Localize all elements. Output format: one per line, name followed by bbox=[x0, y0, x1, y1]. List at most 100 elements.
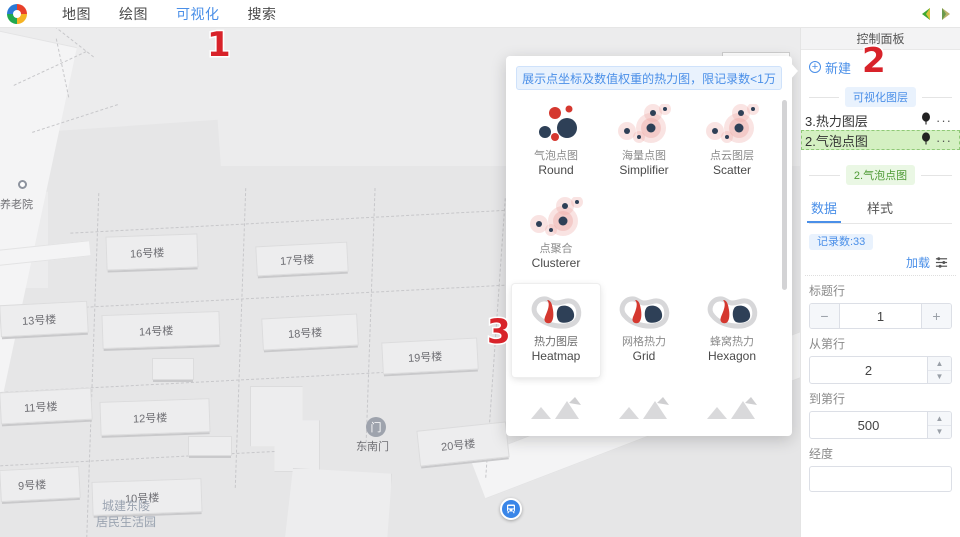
layer-type-round[interactable]: 气泡点图 Round bbox=[512, 98, 600, 191]
mass-dot-icon bbox=[613, 103, 675, 146]
end-row-spinner[interactable]: ▲ ▼ bbox=[927, 412, 951, 438]
start-row-spinner[interactable]: ▲ ▼ bbox=[927, 357, 951, 383]
control-panel: 控制面板 + 新建 可视化图层 3.热力图层 ··· 2.气泡点图 ··· 2.气泡点… bbox=[800, 28, 960, 537]
terrain-icon bbox=[613, 383, 675, 425]
new-layer-label: 新建 bbox=[825, 60, 852, 76]
divider-line bbox=[921, 174, 952, 176]
start-row-down-icon[interactable]: ▼ bbox=[928, 371, 951, 384]
record-count-row: 记录数:33 bbox=[801, 224, 960, 252]
layer-type-grid: 气泡点图 Round 海量点图 Simplifier 点云图层 Scatter … bbox=[512, 98, 780, 436]
grid-heat-icon bbox=[613, 290, 675, 332]
balloon-icon[interactable] bbox=[920, 112, 932, 128]
gate-icon[interactable]: 门 bbox=[366, 417, 386, 437]
heatmap-icon bbox=[525, 290, 587, 332]
divider-line bbox=[922, 96, 952, 98]
record-count-badge: 记录数:33 bbox=[809, 234, 874, 250]
layer-list: 3.热力图层 ··· 2.气泡点图 ··· bbox=[801, 110, 960, 150]
logo-ring-icon bbox=[7, 3, 27, 24]
header-row-value[interactable]: 1 bbox=[840, 304, 921, 328]
end-row-input[interactable]: 500 ▲ ▼ bbox=[809, 411, 952, 439]
layer-row[interactable]: 3.热力图层 ··· bbox=[801, 110, 960, 130]
map-building bbox=[152, 358, 194, 380]
annotation-marker-1: 1 bbox=[206, 25, 233, 65]
plus-circle-icon: + bbox=[809, 61, 821, 73]
layer-type-name-cn: 点聚合 bbox=[539, 243, 573, 255]
hexagon-heat-icon bbox=[701, 290, 763, 332]
nav-tab-draw[interactable]: 绘图 bbox=[119, 4, 148, 24]
end-row-down-icon[interactable]: ▼ bbox=[928, 426, 951, 439]
map-building bbox=[255, 241, 349, 277]
map-building bbox=[282, 468, 392, 537]
layer-type-placeholder[interactable] bbox=[688, 377, 776, 436]
end-row-value[interactable]: 500 bbox=[810, 412, 927, 438]
nav-tab-visualization[interactable]: 可视化 bbox=[176, 4, 220, 24]
arrow-left-icon[interactable] bbox=[920, 7, 932, 21]
layer-type-placeholder[interactable] bbox=[512, 377, 600, 436]
layer-row-label: 2.气泡点图 bbox=[805, 133, 868, 149]
layer-type-dropdown[interactable]: 展示点坐标及数值权重的热力图，限记录数<1万 气泡点图 Round 海量点图 Sim… bbox=[506, 56, 792, 436]
load-button[interactable]: 加载 bbox=[906, 254, 930, 271]
dropdown-tooltip: 展示点坐标及数值权重的热力图，限记录数<1万 bbox=[516, 66, 782, 90]
poi-label-nursing-home: 养老院 bbox=[0, 199, 33, 211]
layer-type-name-en: Hexagon bbox=[707, 349, 757, 363]
top-navigation-bar: 地图 绘图 可视化 搜索 bbox=[0, 0, 960, 28]
layer-type-simplifier[interactable]: 海量点图 Simplifier bbox=[600, 98, 688, 191]
current-layer-chip: 2.气泡点图 bbox=[845, 165, 916, 185]
layer-type-name-cn: 网格热力 bbox=[622, 336, 666, 348]
map-building bbox=[101, 310, 221, 350]
dropdown-scrollbar[interactable] bbox=[782, 100, 787, 290]
visual-layers-chip: 可视化图层 bbox=[845, 87, 916, 107]
start-row-input[interactable]: 2 ▲ ▼ bbox=[809, 356, 952, 384]
terrain-icon bbox=[525, 383, 587, 425]
more-dots-icon[interactable]: ··· bbox=[936, 133, 952, 148]
visual-layers-divider: 可视化图层 bbox=[801, 84, 960, 110]
arrow-right-icon[interactable] bbox=[940, 7, 952, 21]
map-area-label: 城建东陵 居民生活园 bbox=[96, 498, 156, 530]
layer-type-name-en: Grid bbox=[632, 349, 656, 363]
layer-type-name-en: Scatter bbox=[712, 163, 751, 177]
layer-type-grid[interactable]: 网格热力 Grid bbox=[600, 284, 688, 377]
divider-line bbox=[809, 174, 840, 176]
map-building bbox=[188, 436, 232, 456]
map-building bbox=[99, 398, 211, 436]
nav-tab-map[interactable]: 地图 bbox=[62, 4, 91, 24]
header-row-stepper[interactable]: − 1 + bbox=[809, 303, 952, 329]
tab-style[interactable]: 样式 bbox=[865, 194, 895, 223]
nav-tab-search[interactable]: 搜索 bbox=[248, 4, 277, 24]
layer-type-scatter[interactable]: 点云图层 Scatter bbox=[688, 98, 776, 191]
layer-type-name-en: Simplifier bbox=[619, 163, 669, 177]
layer-row-label: 3.热力图层 bbox=[805, 113, 868, 129]
start-row-value[interactable]: 2 bbox=[810, 357, 927, 383]
header-row-increment-button[interactable]: + bbox=[921, 304, 951, 328]
layer-type-placeholder[interactable] bbox=[600, 377, 688, 436]
annotation-marker-2: 2 bbox=[861, 41, 888, 81]
app-root: 地图 绘图 可视化 搜索 16号楼 17号楼 13号楼 14号楼 18号楼 19… bbox=[0, 0, 960, 537]
tooltip-arrow-icon bbox=[790, 62, 798, 80]
map-building bbox=[0, 465, 81, 503]
tab-data[interactable]: 数据 bbox=[806, 194, 842, 223]
map-building bbox=[381, 337, 479, 375]
scatter-icon bbox=[701, 103, 763, 146]
sliders-icon[interactable] bbox=[935, 256, 948, 269]
start-row-up-icon[interactable]: ▲ bbox=[928, 357, 951, 371]
field-header-row: 标题行 − 1 + bbox=[801, 276, 960, 329]
new-layer-button[interactable]: + 新建 bbox=[809, 58, 851, 77]
app-logo[interactable] bbox=[0, 3, 34, 24]
layer-type-name-en: Heatmap bbox=[531, 349, 581, 363]
panel-tabs: 数据 样式 bbox=[801, 194, 960, 223]
end-row-up-icon[interactable]: ▲ bbox=[928, 412, 951, 426]
longitude-input[interactable] bbox=[809, 466, 952, 492]
bus-stop-icon[interactable] bbox=[500, 498, 522, 520]
more-dots-icon[interactable]: ··· bbox=[936, 113, 952, 128]
layer-type-name-cn: 气泡点图 bbox=[534, 150, 578, 162]
layer-row[interactable]: 2.气泡点图 ··· bbox=[801, 130, 960, 150]
current-layer-divider: 2.气泡点图 bbox=[801, 162, 960, 188]
map-building bbox=[0, 300, 89, 338]
balloon-icon[interactable] bbox=[920, 132, 932, 148]
header-row-decrement-button[interactable]: − bbox=[810, 304, 840, 328]
layer-type-heatmap[interactable]: 热力图层 Heatmap bbox=[512, 284, 600, 377]
field-label-end-row: 到第行 bbox=[809, 392, 846, 406]
layer-type-clusterer[interactable]: 点聚合 Clusterer bbox=[512, 191, 600, 284]
layer-type-hexagon[interactable]: 蜂窝热力 Hexagon bbox=[688, 284, 776, 377]
field-longitude: 经度 bbox=[801, 439, 960, 492]
